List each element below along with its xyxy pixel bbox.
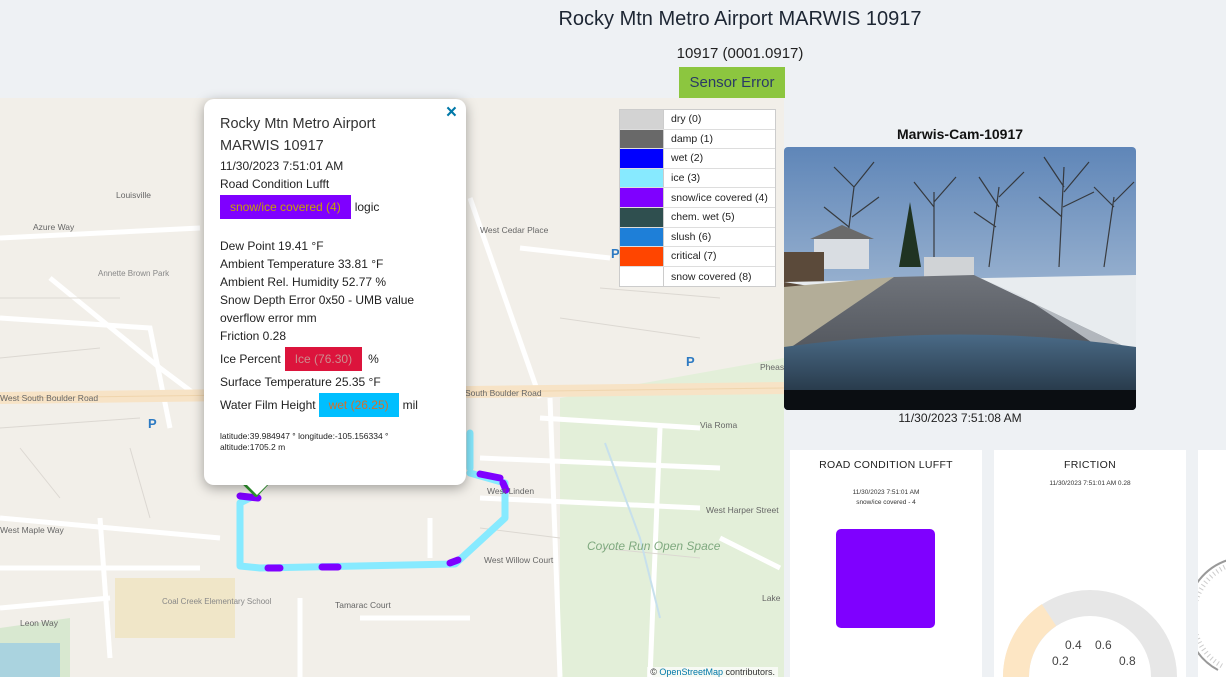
- friction-value: Friction 0.28: [220, 329, 287, 343]
- water-film-badge: wet (26.25): [318, 393, 399, 417]
- gauge-tick-0.4: 0.4: [1065, 638, 1082, 652]
- legend-item: ice (3): [620, 168, 775, 189]
- road-condition-card-time: 11/30/2023 7:51:01 AM: [852, 489, 920, 496]
- map-label-cedar: West Cedar Place: [480, 225, 549, 235]
- legend-swatch: [620, 207, 664, 227]
- road-condition-card-title: ROAD CONDITION LUFFT: [819, 459, 953, 471]
- legend-item: damp (1): [620, 129, 775, 150]
- attribution-suffix: contributors.: [722, 667, 775, 677]
- surface-temperature: Surface Temperature 25.35 °F: [220, 375, 381, 389]
- road-condition-badge: snow/ice covered (4): [220, 195, 351, 219]
- ambient-humidity: Ambient Rel. Humidity 52.77 %: [220, 275, 387, 289]
- map-label-road: West South Boulder Road: [0, 393, 98, 403]
- gauge-tick-0.6: 0.6: [1095, 638, 1112, 652]
- legend-label: ice (3): [671, 172, 701, 185]
- osm-link[interactable]: OpenStreetMap: [659, 667, 723, 677]
- legend-swatch: [620, 168, 664, 188]
- legend-label: wet (2): [671, 152, 704, 165]
- legend-item: wet (2): [620, 149, 775, 169]
- map-label-open-space: Coyote Run Open Space: [587, 539, 721, 553]
- friction-card-time-value: 11/30/2023 7:51:01 AM 0.28: [1049, 480, 1131, 487]
- popup-tip: [245, 483, 269, 495]
- gauge-tick-0.2: 0.2: [1052, 654, 1069, 668]
- page-title: Rocky Mtn Metro Airport MARWIS 10917: [558, 8, 922, 30]
- friction-card-title: FRICTION: [1064, 459, 1116, 471]
- legend-swatch: [620, 247, 664, 266]
- map-label-willow: West Willow Court: [484, 555, 554, 565]
- map-label-maple: West Maple Way: [0, 525, 65, 535]
- legend-item: critical (7): [620, 247, 775, 267]
- road-condition-card: ROAD CONDITION LUFFT 11/30/2023 7:51:01 …: [790, 450, 982, 677]
- map-label-lake: Lake: [762, 593, 781, 603]
- station-id: 10917 (0001.0917): [676, 45, 804, 62]
- map-label-annette: Annette Brown Park: [98, 269, 170, 278]
- friction-card: FRICTION 11/30/2023 7:51:01 AM 0.28 0.2 …: [994, 450, 1186, 677]
- legend-item: slush (6): [620, 227, 775, 248]
- water-film-unit: mil: [402, 398, 418, 412]
- station-popup: × Rocky Mtn Metro Airport MARWIS 10917 1…: [204, 99, 466, 485]
- dew-point: Dew Point 19.41 °F: [220, 239, 324, 253]
- map-label-louisville: Louisville: [116, 190, 151, 200]
- legend-label: snow/ice covered (4): [671, 191, 768, 204]
- ice-percent-label: Ice Percent: [220, 352, 281, 366]
- close-icon[interactable]: ×: [446, 102, 457, 124]
- legend-swatch: [620, 266, 664, 287]
- legend-label: chem. wet (5): [671, 211, 735, 224]
- legend-label: dry (0): [671, 113, 702, 126]
- altitude: altitude:1705.2 m: [220, 442, 286, 452]
- legend-item: snow covered (8): [620, 266, 775, 287]
- map-label-road-right: South Boulder Road: [465, 388, 542, 398]
- legend-swatch: [620, 188, 664, 207]
- snow-depth: Snow Depth Error 0x50 - UMB value overfl…: [220, 293, 415, 325]
- camera-timestamp: 11/30/2023 7:51:08 AM: [898, 411, 1022, 425]
- friction-gauge: 0.2 0.4 0.6 0.8: [1002, 590, 1177, 677]
- ice-percent-unit: %: [368, 352, 379, 366]
- road-condition-suffix: logic: [354, 200, 380, 214]
- gauge-tick-0.8: 0.8: [1119, 654, 1136, 668]
- map-label-via-roma: Via Roma: [700, 420, 737, 430]
- map-label-azure: Azure Way: [33, 222, 75, 232]
- camera-title: Marwis-Cam-10917: [896, 126, 1024, 142]
- map-label-linden: West Linden: [487, 486, 534, 496]
- ambient-temperature: Ambient Temperature 33.81 °F: [220, 257, 384, 271]
- legend-swatch: [620, 110, 664, 129]
- legend-item: dry (0): [620, 110, 775, 130]
- ice-percent-badge: Ice (76.30): [284, 347, 363, 371]
- legend-label: slush (6): [671, 230, 712, 243]
- legend-label: critical (7): [671, 250, 717, 263]
- legend-swatch: [620, 149, 664, 168]
- popup-timestamp: 11/30/2023 7:51:01 AM: [220, 159, 344, 173]
- water-film-label: Water Film Height: [220, 398, 316, 412]
- camera-image[interactable]: [784, 147, 1136, 410]
- legend-swatch: [620, 227, 664, 247]
- map-label-leon: Leon Way: [20, 618, 59, 628]
- legend-item: chem. wet (5): [620, 207, 775, 228]
- legend-item: snow/ice covered (4): [620, 188, 775, 208]
- legend-label: damp (1): [671, 132, 714, 145]
- legend-swatch: [620, 129, 664, 149]
- road-condition-color-box: [836, 529, 935, 628]
- coordinates: latitude:39.984947 ° longitude:-105.1563…: [220, 431, 389, 441]
- sensor-error-button[interactable]: Sensor Error: [679, 67, 785, 98]
- road-condition-card-value: snow/ice covered - 4: [856, 499, 916, 506]
- map-label-pheasant: Pheasant: [760, 362, 784, 372]
- road-condition-legend: dry (0) damp (1) wet (2) ice (3) snow/ice co…: [619, 109, 776, 288]
- popup-title: Rocky Mtn Metro Airport MARWIS 10917: [220, 116, 376, 154]
- map-label-tamarac: Tamarac Court: [335, 600, 391, 610]
- map-attribution: © OpenStreetMap contributors.: [647, 667, 778, 677]
- map-label-school: Coal Creek Elementary School: [162, 597, 272, 606]
- road-condition-label: Road Condition Lufft: [220, 177, 330, 191]
- third-gauge-card: [1198, 450, 1226, 677]
- legend-label: snow covered (8): [671, 270, 752, 283]
- map-label-harper: West Harper Street: [706, 505, 779, 515]
